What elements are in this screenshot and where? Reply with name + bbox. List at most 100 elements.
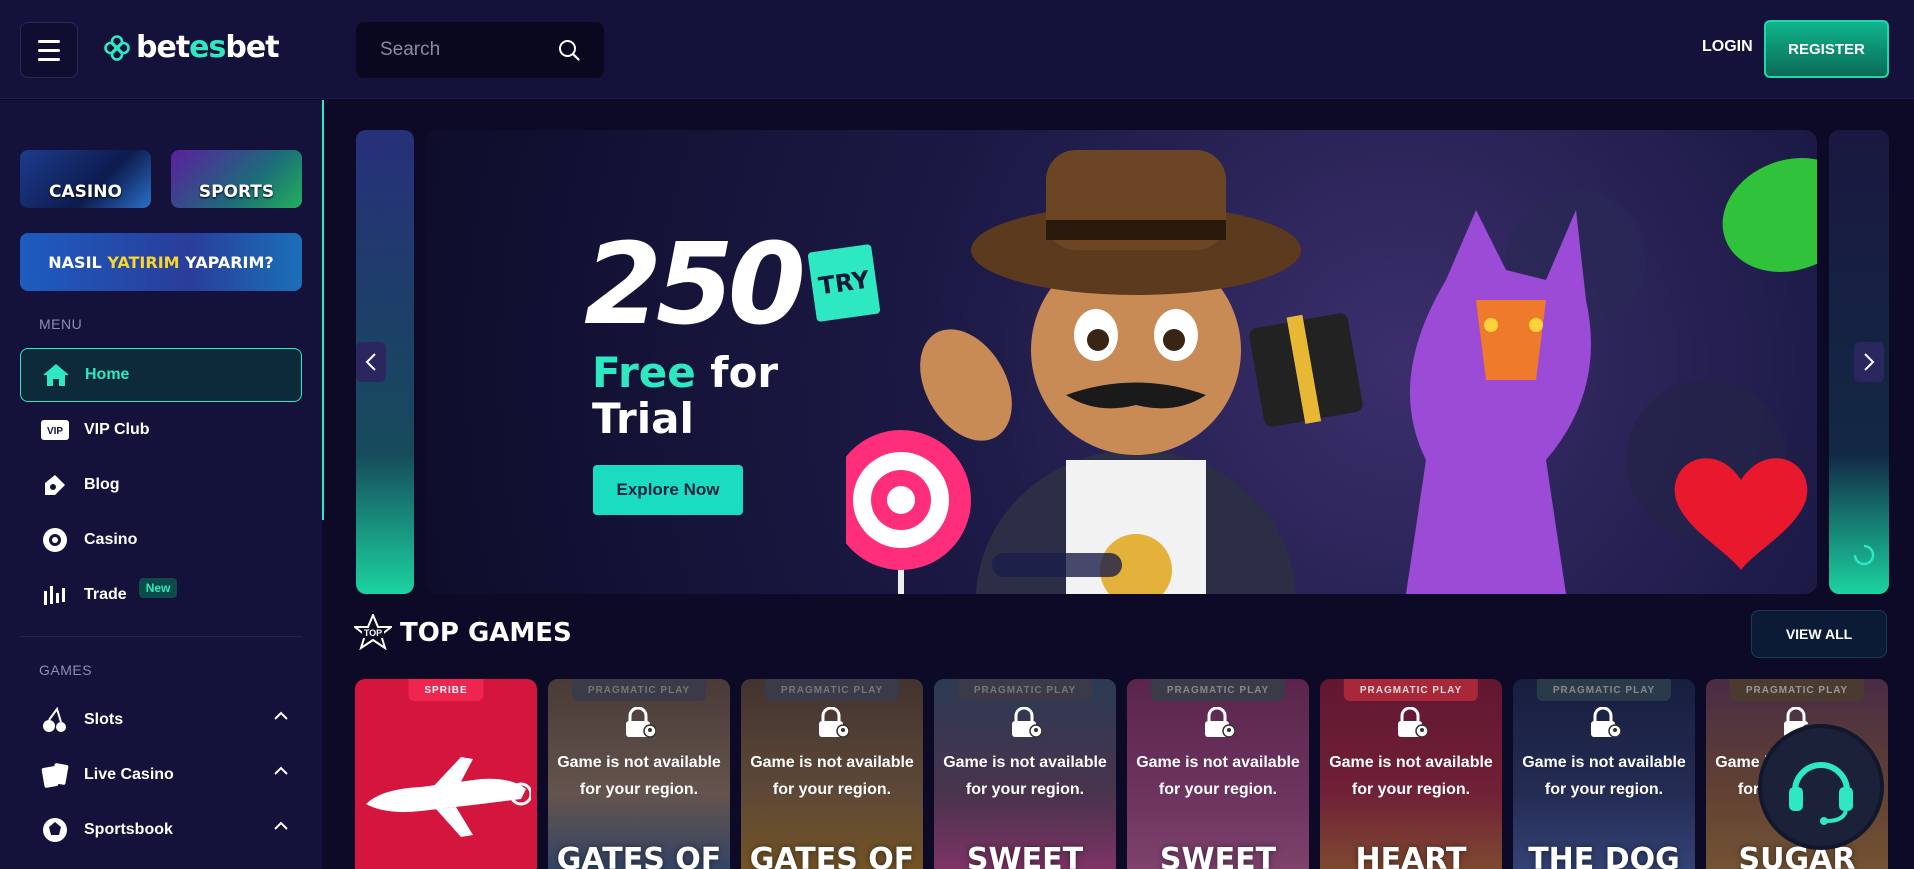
- logo-prefix: bet: [136, 30, 190, 65]
- casino-promo-tile[interactable]: CASINO: [20, 150, 151, 208]
- view-all-button[interactable]: VIEW ALL: [1751, 610, 1887, 658]
- provider-tag: PRAGMATIC PLAY: [1729, 679, 1865, 701]
- sidebar-item-home[interactable]: Home: [20, 348, 302, 402]
- chevron-up-icon[interactable]: [274, 711, 288, 721]
- airplane-icon: [366, 757, 531, 837]
- region-lock-overlay: Game is not available for your region.: [1127, 679, 1309, 869]
- hamburger-line: [38, 57, 60, 61]
- game-card-locked[interactable]: Game is not available for your region. PR…: [1513, 679, 1695, 869]
- unavailable-line-1: Game is not available: [750, 754, 914, 771]
- game-card-locked[interactable]: Game is not available for your region. PR…: [548, 679, 730, 869]
- trade-chart-icon: [40, 580, 70, 610]
- game-title: THE DOG: [1528, 842, 1680, 869]
- carousel-next-arrow[interactable]: [1854, 342, 1884, 382]
- explore-now-button[interactable]: Explore Now: [593, 465, 743, 515]
- deposit-guide-label: NASIL YATIRIM YAPARIM?: [48, 253, 273, 272]
- provider-tag: PRAGMATIC PLAY: [1343, 679, 1479, 701]
- sportsbook-icon: [40, 815, 70, 845]
- region-unavailable-text: Game is not available for your region.: [1133, 749, 1303, 803]
- bonus-currency-badge: TRY: [807, 243, 881, 323]
- headset-icon: [1789, 762, 1853, 825]
- region-lock-overlay: Game is not available for your region.: [934, 679, 1116, 869]
- unavailable-line-2: for your region.: [965, 781, 1085, 798]
- carousel-prev-arrow[interactable]: [356, 342, 386, 382]
- clover-logo-icon: [104, 34, 130, 61]
- game-card-locked[interactable]: Game is not available for your region. PR…: [1127, 679, 1309, 869]
- new-badge: New: [138, 578, 178, 598]
- games-section-label: GAMES: [39, 662, 93, 678]
- deposit-guide-suffix: YAPARIM?: [185, 252, 274, 272]
- sidebar-item-casino[interactable]: Casino: [20, 513, 302, 567]
- deposit-guide-banner[interactable]: NASIL YATIRIM YAPARIM?: [20, 233, 302, 291]
- login-button[interactable]: LOGIN: [1702, 38, 1753, 56]
- sidebar-item-trade[interactable]: Trade New: [20, 568, 302, 622]
- deposit-guide-accent: YATIRIM: [107, 252, 180, 272]
- game-title: SWEET: [966, 842, 1084, 869]
- search-input[interactable]: [380, 39, 540, 61]
- cherries-icon: [40, 705, 70, 735]
- region-unavailable-text: Game is not available for your region.: [747, 749, 917, 803]
- game-title: GATES OF: [556, 842, 722, 869]
- unavailable-line-1: Game is not available: [943, 754, 1107, 771]
- unavailable-line-1: Game is not available: [1329, 754, 1493, 771]
- chevron-up-icon[interactable]: [274, 821, 288, 831]
- logo-wordmark: betesbet: [136, 30, 280, 65]
- region-unavailable-text: Game is not available for your region.: [940, 749, 1110, 803]
- provider-tag: PRAGMATIC PLAY: [1150, 679, 1286, 701]
- unavailable-line-1: Game is not available: [557, 754, 721, 771]
- lock-location-icon: [1398, 707, 1428, 738]
- sidebar-item-label: Slots: [84, 711, 124, 728]
- vip-icon: VIP: [40, 415, 70, 445]
- sidebar-item-label: Trade: [84, 586, 127, 603]
- region-lock-overlay: Game is not available for your region.: [741, 679, 923, 869]
- bonus-subheadline: Trial: [592, 394, 694, 443]
- lock-location-icon: [1591, 707, 1621, 738]
- menu-toggle-button[interactable]: [20, 22, 78, 78]
- banner-artwork: [846, 150, 1817, 594]
- hamburger-line: [38, 39, 60, 43]
- top-games-title: TOP GAMES: [400, 618, 572, 648]
- chevron-right-icon: [1864, 353, 1875, 371]
- sidebar-scrollbar[interactable]: [322, 100, 324, 520]
- chevron-up-icon[interactable]: [274, 766, 288, 776]
- lock-location-icon: [1205, 707, 1235, 738]
- carousel-main-slide[interactable]: 250 TRY Free for Trial Explore Now: [426, 130, 1817, 594]
- lock-location-icon: [1012, 707, 1042, 738]
- search-icon[interactable]: [558, 39, 580, 61]
- svg-text:VIP: VIP: [47, 426, 63, 437]
- region-unavailable-text: Game is not available for your region.: [1326, 749, 1496, 803]
- sidebar-item-label: VIP Club: [84, 421, 150, 438]
- sidebar-item-blog[interactable]: Blog: [20, 458, 302, 512]
- site-logo[interactable]: betesbet: [104, 30, 280, 65]
- game-card-locked[interactable]: Game is not available for your region. PR…: [1320, 679, 1502, 869]
- sports-promo-tile[interactable]: SPORTS: [171, 150, 302, 208]
- live-support-button[interactable]: [1762, 728, 1880, 846]
- game-card-locked[interactable]: Game is not available for your region. PR…: [934, 679, 1116, 869]
- sidebar-item-vip-club[interactable]: VIP VIP Club: [20, 403, 302, 457]
- hamburger-line: [38, 48, 60, 52]
- sidebar-item-label: Blog: [84, 476, 120, 493]
- unavailable-line-2: for your region.: [1544, 781, 1664, 798]
- game-card-aviator[interactable]: SPRIBE: [355, 679, 537, 869]
- sidebar-item-live-casino[interactable]: Live Casino: [20, 748, 302, 802]
- carousel-pagination[interactable]: [992, 553, 1122, 577]
- sidebar-divider: [20, 636, 302, 637]
- unavailable-line-1: Game is not available: [1136, 754, 1300, 771]
- sidebar-item-sportsbook[interactable]: Sportsbook: [20, 803, 302, 857]
- game-title: GATES OF: [749, 842, 915, 869]
- region-lock-overlay: Game is not available for your region.: [1513, 679, 1695, 869]
- game-card-locked[interactable]: Game is not available for your region. PR…: [741, 679, 923, 869]
- search-box: [356, 22, 604, 78]
- sidebar-item-slots[interactable]: Slots: [20, 693, 302, 747]
- unavailable-line-2: for your region.: [772, 781, 892, 798]
- top-header: betesbet LOGIN REGISTER: [0, 0, 1914, 99]
- lock-location-icon: [626, 707, 656, 738]
- provider-tag: PRAGMATIC PLAY: [764, 679, 900, 701]
- bonus-amount: 250: [584, 220, 806, 350]
- casino-chip-icon: [40, 525, 70, 555]
- register-button[interactable]: REGISTER: [1764, 20, 1889, 78]
- region-unavailable-text: Game is not available for your region.: [1519, 749, 1689, 803]
- sidebar-item-label: Live Casino: [84, 766, 174, 783]
- region-unavailable-text: Game is not available for your region.: [554, 749, 724, 803]
- sports-promo-label: SPORTS: [198, 182, 275, 202]
